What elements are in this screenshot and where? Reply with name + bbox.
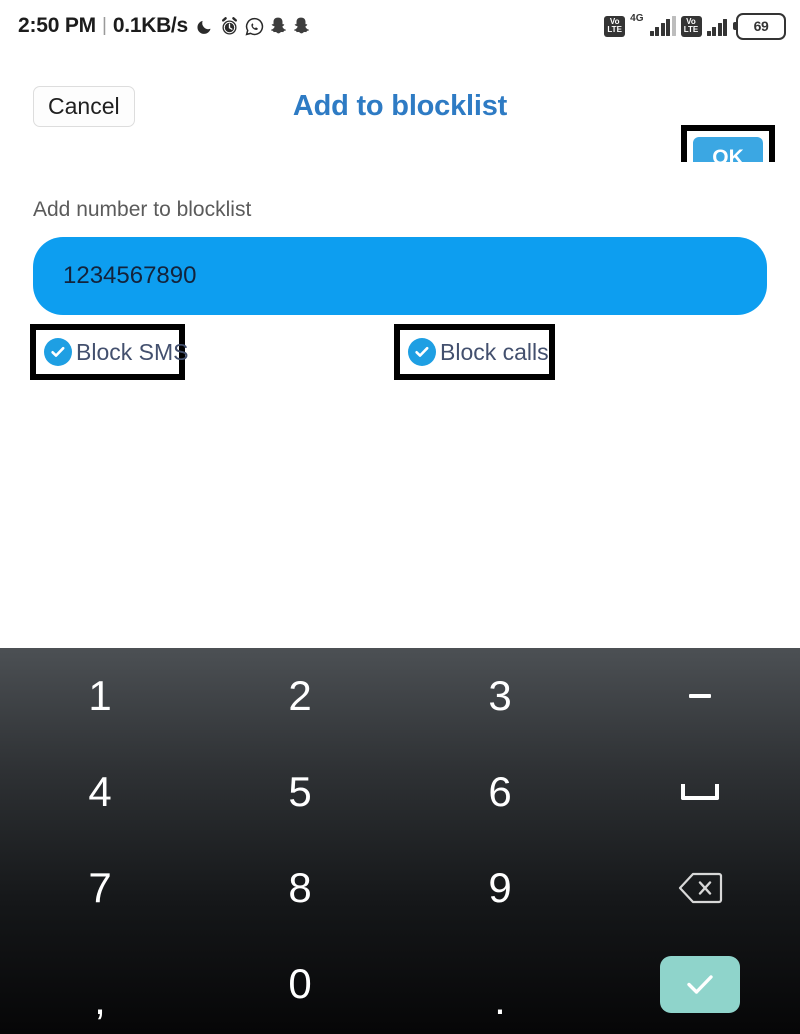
block-calls-label[interactable]: Block calls: [440, 339, 549, 366]
status-bar-right: Vo LTE 4G Vo LTE 69: [604, 12, 786, 40]
whatsapp-icon: [244, 16, 265, 37]
battery-level-label: 69: [753, 18, 769, 34]
key-7[interactable]: 7: [0, 840, 200, 936]
key-period[interactable]: .: [400, 936, 600, 1032]
block-options-row: Block SMS Block calls: [0, 322, 800, 388]
key-dash[interactable]: [600, 648, 800, 744]
status-bar-left: 2:50 PM | 0.1KB/s: [18, 14, 311, 38]
snapchat-icon: [292, 16, 311, 36]
key-enter-cell: [600, 936, 800, 1032]
checkbox-checked-icon[interactable]: [44, 338, 72, 366]
network-type-label: 4G: [630, 12, 644, 24]
alarm-clock-icon: [219, 16, 240, 37]
checkbox-checked-icon[interactable]: [408, 338, 436, 366]
key-9[interactable]: 9: [400, 840, 600, 936]
keypad-row-2: 4 5 6: [0, 744, 800, 840]
annotation-box-block-sms: Block SMS: [30, 324, 188, 380]
annotation-box-block-calls: Block calls: [394, 324, 555, 380]
key-0[interactable]: 0: [200, 936, 400, 1032]
dash-icon: [689, 694, 711, 698]
spacebar-icon: [681, 784, 719, 800]
key-1[interactable]: 1: [0, 648, 200, 744]
number-input[interactable]: 1234567890: [33, 237, 767, 315]
volte-icon-sim2: Vo LTE: [680, 15, 702, 37]
keypad-row-3: 7 8 9: [0, 840, 800, 936]
volte-bottom-text: LTE: [607, 25, 622, 34]
key-comma[interactable]: ,: [0, 936, 200, 1032]
key-backspace[interactable]: [600, 840, 800, 936]
key-6[interactable]: 6: [400, 744, 600, 840]
page-title: Add to blocklist: [292, 90, 508, 122]
dnd-moon-icon: [195, 16, 215, 36]
key-5[interactable]: 5: [200, 744, 400, 840]
volte-icon-sim1: Vo LTE: [604, 15, 626, 37]
blocklist-form: Add number to blocklist 1234567890 Block…: [0, 162, 800, 648]
key-4[interactable]: 4: [0, 744, 200, 840]
battery-icon: 69: [733, 12, 786, 40]
volte-bottom-text: LTE: [683, 25, 699, 34]
checkmark-icon: [687, 975, 713, 994]
status-clock: 2:50 PM: [18, 14, 96, 37]
block-sms-label[interactable]: Block SMS: [76, 339, 188, 366]
snapchat-icon: [269, 16, 288, 36]
network-speed-label: 0.1KB/s: [112, 14, 188, 37]
signal-bars-icon-sim1: [649, 16, 676, 36]
number-field-label: Add number to blocklist: [33, 198, 252, 221]
backspace-icon: [678, 872, 723, 904]
keypad-row-4: , 0 .: [0, 936, 800, 1032]
key-enter[interactable]: [660, 955, 740, 1013]
key-space[interactable]: [600, 744, 800, 840]
key-8[interactable]: 8: [200, 840, 400, 936]
phone-screen: 2:50 PM | 0.1KB/s Vo LTE 4G Vo LTE 69 Ca…: [0, 0, 800, 1034]
key-2[interactable]: 2: [200, 648, 400, 744]
signal-bars-icon-sim2: [706, 16, 727, 36]
status-divider: |: [101, 15, 107, 36]
dialog-header: Cancel Add to blocklist OK: [0, 52, 800, 191]
key-3[interactable]: 3: [400, 648, 600, 744]
numeric-keyboard: 1 2 3 4 5 6 7 8 9 , 0 .: [0, 648, 800, 1034]
status-bar: 2:50 PM | 0.1KB/s Vo LTE 4G Vo LTE 69: [0, 0, 800, 52]
keypad-row-1: 1 2 3: [0, 648, 800, 744]
